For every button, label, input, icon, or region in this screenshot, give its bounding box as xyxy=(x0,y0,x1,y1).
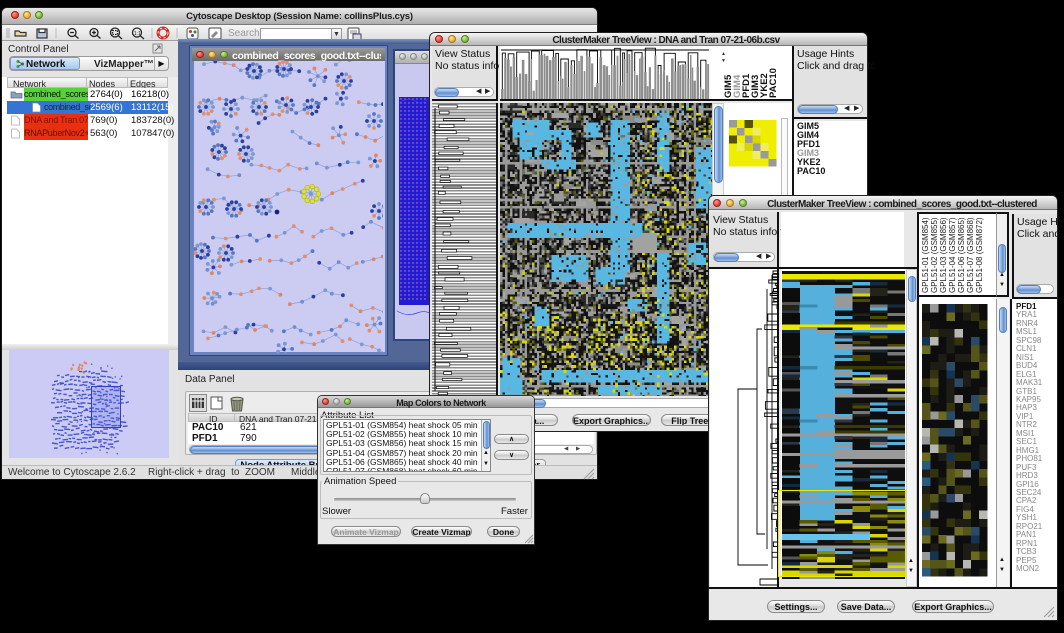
svg-text:GPL51-01 (GSM854): GPL51-01 (GSM854) xyxy=(921,217,930,293)
svg-text:GPL51-03 (GSM856): GPL51-03 (GSM856) xyxy=(939,217,948,293)
svg-text:GPL51-08 (GSM872): GPL51-08 (GSM872) xyxy=(975,217,984,293)
svg-text:GPL51-06 (GSM865): GPL51-06 (GSM865) xyxy=(957,217,966,293)
svg-text:PAC10: PAC10 xyxy=(768,68,779,98)
svg-text:1:1: 1:1 xyxy=(134,31,141,37)
svg-text:GPL51-07 (GSM868): GPL51-07 (GSM868) xyxy=(966,217,975,293)
svg-text:GPL51-04 (GSM857): GPL51-04 (GSM857) xyxy=(948,217,957,293)
svg-text:GPL51-02 (GSM855): GPL51-02 (GSM855) xyxy=(930,217,939,293)
